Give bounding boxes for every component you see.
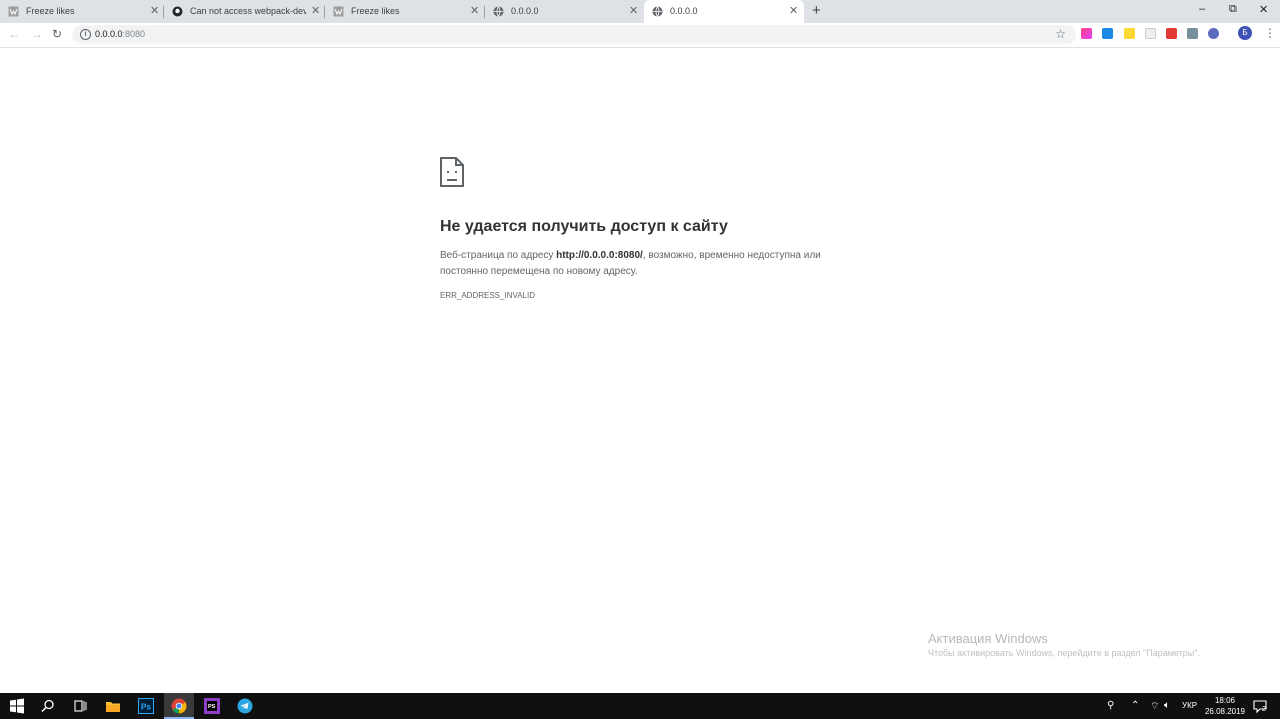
volume-icon[interactable]: 🔈︎	[1164, 700, 1170, 711]
tab-title: 0.0.0.0	[511, 6, 539, 16]
reload-button[interactable]: ↻	[52, 27, 62, 41]
tab-close-icon[interactable]: ✕	[311, 4, 320, 17]
github-icon	[172, 6, 183, 17]
extension-icon[interactable]	[1081, 28, 1092, 39]
taskbar: Ps PS ⚲ ⌃ ⌔ 🔈︎ УКР 18:06 26.08.2019 2	[0, 693, 1280, 719]
windows-start-icon[interactable]	[9, 698, 25, 714]
tab-title: 0.0.0.0	[670, 6, 698, 16]
address-bar[interactable]: i 0.0.0.0:8080 ☆	[72, 25, 1076, 44]
svg-text:Ps: Ps	[141, 703, 151, 712]
search-icon[interactable]	[40, 698, 56, 714]
new-tab-button[interactable]: +	[812, 2, 821, 19]
tab-title: Freeze likes	[351, 6, 400, 16]
close-window-button[interactable]: ✕	[1259, 3, 1268, 16]
show-hidden-icons-chevron-icon[interactable]: ⌃	[1131, 700, 1139, 711]
profile-avatar[interactable]: Б	[1238, 26, 1252, 40]
clock-date: 26.08.2019	[1204, 707, 1246, 716]
globe-icon	[652, 6, 663, 17]
chrome-icon[interactable]	[171, 698, 187, 714]
error-body-prefix: Веб-страница по адресу	[440, 250, 557, 261]
tab-close-icon[interactable]: ✕	[789, 4, 798, 17]
extension-icon[interactable]	[1145, 28, 1156, 39]
tab-5-active[interactable]: 0.0.0.0 ✕	[644, 0, 804, 23]
phpstorm-icon[interactable]: PS	[204, 698, 220, 714]
tab-close-icon[interactable]: ✕	[150, 4, 159, 17]
tab-close-icon[interactable]: ✕	[629, 4, 638, 17]
clock-time: 18:06	[1214, 696, 1236, 705]
svg-text:PS: PS	[208, 704, 216, 710]
site-favicon-icon	[333, 6, 344, 17]
tab-title: Can not access webpack-dev-serv	[190, 6, 306, 16]
language-indicator[interactable]: УКР	[1182, 701, 1197, 710]
site-info-icon[interactable]: i	[80, 29, 91, 40]
tab-title: Freeze likes	[26, 6, 75, 16]
activation-watermark-title: Активация Windows	[928, 631, 1048, 646]
activation-watermark-subtitle: Чтобы активировать Windows, перейдите в …	[928, 648, 1200, 658]
extension-icon[interactable]	[1187, 28, 1198, 39]
network-wifi-icon[interactable]: ⌔	[1150, 700, 1159, 713]
tab-1[interactable]: Freeze likes ✕	[0, 0, 162, 23]
sad-page-icon	[440, 157, 464, 187]
back-button[interactable]: ←	[8, 27, 20, 41]
url-port: :8080	[122, 29, 146, 39]
extension-icon[interactable]	[1208, 28, 1219, 39]
maximize-button[interactable]: ⧉	[1229, 3, 1237, 16]
extension-icon[interactable]	[1166, 28, 1177, 39]
task-view-icon[interactable]	[72, 698, 88, 714]
menu-kebab-icon[interactable]: ⋮	[1264, 26, 1276, 40]
error-body-url: http://0.0.0.0:8080/	[556, 250, 643, 261]
tab-2[interactable]: Can not access webpack-dev-serv ✕	[164, 0, 324, 23]
site-favicon-icon	[8, 6, 19, 17]
tab-close-icon[interactable]: ✕	[470, 4, 479, 17]
extension-icon[interactable]	[1124, 28, 1135, 39]
file-explorer-icon[interactable]	[105, 698, 121, 714]
extension-icon[interactable]	[1102, 28, 1113, 39]
people-icon[interactable]: ⚲	[1107, 700, 1114, 711]
globe-icon	[493, 6, 504, 17]
bookmark-star-icon[interactable]: ☆	[1055, 27, 1066, 41]
error-code: ERR_ADDRESS_INVALID	[440, 291, 535, 300]
tab-strip: Freeze likes ✕ Can not access webpack-de…	[0, 0, 1280, 23]
system-clock[interactable]: 18:06 26.08.2019	[1200, 695, 1250, 717]
tab-3[interactable]: Freeze likes ✕	[325, 0, 485, 23]
notifications-count-badge: 2	[1262, 706, 1266, 713]
forward-button[interactable]: →	[31, 27, 43, 41]
url-text[interactable]: 0.0.0.0:8080	[95, 29, 145, 39]
tab-4[interactable]: 0.0.0.0 ✕	[485, 0, 643, 23]
minimize-button[interactable]: –	[1199, 3, 1205, 15]
browser-toolbar: ← → ↻ i 0.0.0.0:8080 ☆ Б ⋮	[0, 23, 1280, 48]
photoshop-icon[interactable]: Ps	[138, 698, 154, 714]
url-host: 0.0.0.0	[95, 29, 123, 39]
error-title: Не удается получить доступ к сайту	[440, 218, 728, 235]
error-description: Веб-страница по адресу http://0.0.0.0:80…	[440, 248, 840, 280]
telegram-icon[interactable]	[237, 698, 253, 714]
